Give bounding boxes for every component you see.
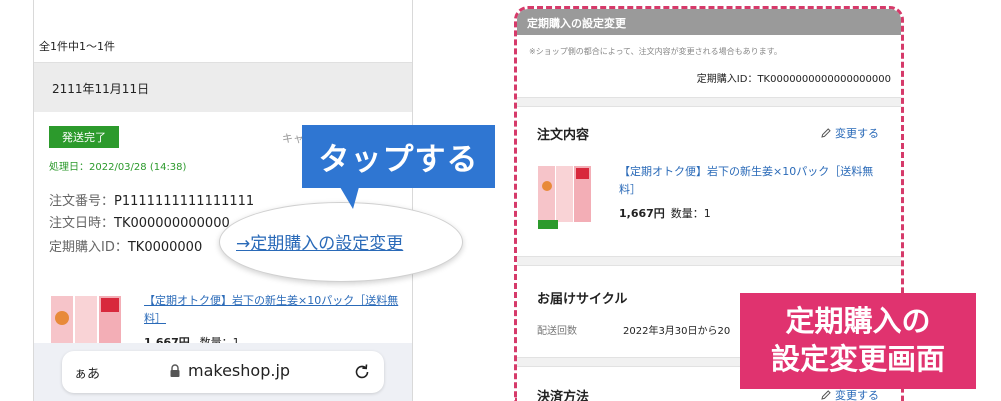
- tap-bubble-pointer: [340, 187, 359, 209]
- lock-icon: [170, 364, 180, 377]
- subscription-id-row: 定期購入ID：TK0000000: [49, 236, 202, 255]
- delivery-count-value: 2022年3月30日から20: [623, 326, 731, 337]
- settings-screen-label-line2: 設定変更画面: [770, 342, 945, 376]
- edit-payment-label: 変更する: [835, 389, 879, 401]
- product-qty: 数量：1: [670, 207, 711, 220]
- cancel-link[interactable]: キャ: [282, 130, 304, 146]
- settings-screen-label-line1: 定期購入の: [785, 304, 931, 338]
- order-date-label: 注文日時：: [49, 216, 115, 231]
- order-number-label: 注文番号：: [49, 194, 115, 209]
- reload-icon[interactable]: [352, 362, 372, 382]
- order-number-row: 注文番号：P1111111111111111: [49, 190, 254, 209]
- subscription-id: 定期購入ID：TK0000000000000000000: [696, 74, 891, 85]
- delivery-cycle-title: お届けサイクル: [537, 292, 628, 307]
- edit-order-button[interactable]: 変更する: [820, 125, 879, 141]
- product-price: 1,667円: [619, 207, 665, 220]
- section-divider: [517, 256, 901, 266]
- settings-header: 定期購入の設定変更: [517, 9, 901, 35]
- url-text: makeshop.jp: [188, 361, 291, 380]
- subscription-id-label: 定期購入ID：: [49, 240, 128, 255]
- order-date-row: 注文日時：TK000000000000: [49, 212, 230, 231]
- order-date-value: TK000000000000: [114, 216, 230, 231]
- pencil-icon: [821, 128, 831, 138]
- status-badge: 発送完了: [49, 126, 119, 148]
- product-price-qty: 1,667円 数量：1: [619, 205, 711, 221]
- product-thumbnail[interactable]: [537, 164, 593, 230]
- delivery-count-label: 配送回数: [537, 326, 577, 337]
- subscription-id-value: TK0000000: [127, 240, 203, 255]
- product-thumbnail[interactable]: [49, 294, 125, 350]
- order-number-value: P1111111111111111: [114, 194, 255, 209]
- edit-order-label: 変更する: [835, 127, 879, 140]
- product-name-link[interactable]: 【定期オトク便】岩下の新生姜×10パック［送料無料］: [144, 292, 399, 328]
- section-divider: [517, 97, 901, 107]
- order-date-header: 2111年11月11日: [34, 62, 412, 112]
- order-date: 2111年11月11日: [52, 82, 150, 96]
- address-bar[interactable]: ぁあ makeshop.jp: [62, 351, 384, 393]
- browser-toolbar: ぁあ makeshop.jp: [34, 343, 412, 401]
- processed-date: 処理日：2022/03/28 (14:38): [49, 162, 187, 173]
- payment-method-title: 決済方法: [537, 390, 590, 401]
- shop-notice: ※ショップ側の都合によって、注文内容が変更される場合もあります。: [529, 47, 782, 56]
- settings-screen-label: 定期購入の 設定変更画面: [740, 293, 976, 389]
- product-name-link[interactable]: 【定期オトク便】岩下の新生姜×10パック［送料無料］: [619, 163, 879, 199]
- edit-payment-button[interactable]: 変更する: [820, 387, 879, 401]
- subscription-settings-link[interactable]: →定期購入の設定変更: [236, 229, 403, 254]
- text-size-button[interactable]: ぁあ: [74, 363, 100, 382]
- order-content-title: 注文内容: [537, 128, 590, 143]
- result-count: 全1件中1〜1件: [39, 40, 115, 53]
- tap-instruction-bubble: タップする: [302, 125, 495, 188]
- settings-header-title: 定期購入の設定変更: [527, 17, 626, 30]
- pencil-icon: [821, 390, 831, 400]
